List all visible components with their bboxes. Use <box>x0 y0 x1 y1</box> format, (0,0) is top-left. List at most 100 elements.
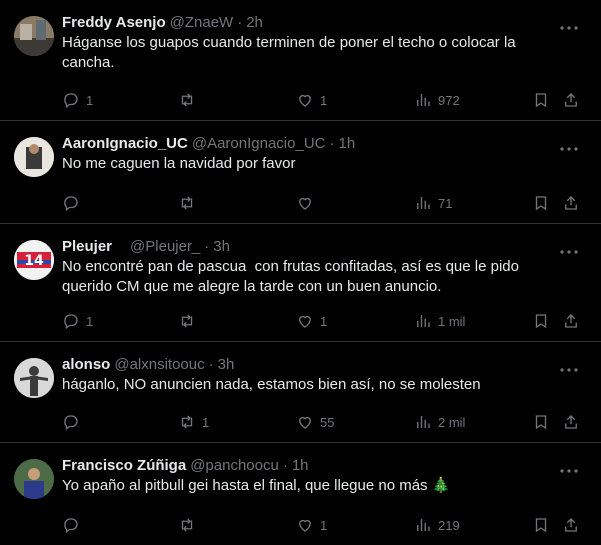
author-name[interactable]: Francisco Zúñiga <box>62 457 186 474</box>
avatar[interactable] <box>14 358 54 398</box>
views-icon <box>417 315 430 327</box>
avatar[interactable] <box>14 16 54 56</box>
bookmark-button[interactable] <box>532 193 550 213</box>
retweet-button[interactable]: 1 <box>178 412 209 432</box>
tweet[interactable]: Francisco Zúñiga @panchoocu · 1h Yo apañ… <box>0 443 601 545</box>
reply-button[interactable] <box>62 515 86 535</box>
tweet-header: AaronIgnacio_UC @AaronIgnacio_UC · 1h <box>62 133 585 153</box>
timestamp[interactable]: 1h <box>292 457 309 474</box>
share-button[interactable] <box>562 311 580 331</box>
author-name[interactable]: Freddy Asenjo <box>62 14 166 31</box>
author-name[interactable]: Pleujer <box>62 238 112 255</box>
views-button[interactable]: 219 <box>414 515 460 535</box>
tweet-actions: 1 1 1 mil <box>62 311 585 331</box>
author-handle[interactable]: @ZnaeW <box>170 14 234 31</box>
reply-button[interactable] <box>62 193 86 213</box>
reply-button[interactable]: 1 <box>62 90 93 110</box>
retweet-icon <box>181 314 193 328</box>
separator-dot: · <box>237 13 243 31</box>
more-icon[interactable] <box>559 461 579 481</box>
views-button[interactable]: 972 <box>414 90 460 110</box>
separator-dot: · <box>208 355 214 373</box>
reply-count: 1 <box>86 92 94 108</box>
retweet-button[interactable] <box>178 311 202 331</box>
views-button[interactable]: 1 mil <box>414 311 465 331</box>
share-button[interactable] <box>562 193 580 213</box>
more-icon[interactable] <box>559 360 579 380</box>
reply-count: 1 <box>86 313 94 329</box>
avatar[interactable] <box>14 459 54 499</box>
like-count: 55 <box>320 414 335 430</box>
retweet-button[interactable] <box>178 515 202 535</box>
views-button[interactable]: 2 mil <box>414 412 465 432</box>
bookmark-button[interactable] <box>532 515 550 535</box>
more-icon[interactable] <box>559 139 579 159</box>
bookmark-button[interactable] <box>532 412 550 432</box>
bookmark-icon <box>535 314 547 329</box>
author-handle[interactable]: @alxnsitoouc <box>114 356 204 373</box>
like-count: 1 <box>320 92 328 108</box>
like-button[interactable]: 1 <box>296 515 327 535</box>
tweet-actions: 1 1 972 <box>62 90 585 110</box>
more-icon[interactable] <box>559 242 579 262</box>
share-icon <box>565 93 577 107</box>
view-count: 2 mil <box>438 414 466 430</box>
views-button[interactable]: 71 <box>414 193 452 213</box>
tweet[interactable]: AaronIgnacio_UC @AaronIgnacio_UC · 1h No… <box>0 121 601 224</box>
separator-dot: · <box>204 237 210 255</box>
tweet-text: No me caguen la navidad por favor <box>62 155 296 172</box>
bookmark-button[interactable] <box>532 90 550 110</box>
heart-icon <box>299 315 311 328</box>
separator-dot: · <box>282 456 288 474</box>
avatar[interactable] <box>14 137 54 177</box>
retweet-icon <box>181 518 193 532</box>
like-button[interactable] <box>296 193 320 213</box>
author-handle[interactable]: @Pleujer_ <box>130 238 200 255</box>
svg-text:14: 14 <box>24 253 44 269</box>
share-button[interactable] <box>562 412 580 432</box>
timestamp[interactable]: 1h <box>339 135 356 152</box>
view-count: 1 mil <box>438 313 466 329</box>
avatar[interactable]: 14 <box>14 240 54 280</box>
bookmark-icon <box>535 196 547 211</box>
like-button[interactable]: 1 <box>296 311 327 331</box>
author-handle[interactable]: @AaronIgnacio_UC <box>192 135 326 152</box>
retweet-icon <box>181 415 193 429</box>
heart-icon <box>299 197 311 210</box>
reply-button[interactable]: 1 <box>62 311 93 331</box>
author-handle[interactable]: @panchoocu <box>190 457 279 474</box>
bookmark-button[interactable] <box>532 311 550 331</box>
tweet-text: Háganse los guapos cuando terminen de po… <box>62 34 516 71</box>
views-icon <box>417 416 430 428</box>
retweet-button[interactable] <box>178 90 202 110</box>
more-icon[interactable] <box>559 18 579 38</box>
heart-icon <box>299 519 311 532</box>
view-count: 219 <box>438 517 460 533</box>
reply-icon <box>64 314 78 330</box>
tweet-text: Yo apaño al pitbull gei hasta el final, … <box>62 477 451 494</box>
views-icon <box>417 197 430 209</box>
timestamp[interactable]: 2h <box>246 14 263 31</box>
tweet[interactable]: Freddy Asenjo @ZnaeW · 2h Háganse los gu… <box>0 0 601 121</box>
share-button[interactable] <box>562 90 580 110</box>
tweet-text: No encontré pan de pascua con frutas con… <box>62 258 524 295</box>
author-name[interactable]: AaronIgnacio_UC <box>62 135 188 152</box>
reply-icon <box>64 518 78 534</box>
timestamp[interactable]: 3h <box>218 356 235 373</box>
author-name[interactable]: alonso <box>62 356 110 373</box>
retweet-button[interactable] <box>178 193 202 213</box>
like-button[interactable]: 55 <box>296 412 334 432</box>
bookmark-icon <box>535 518 547 533</box>
bookmark-icon <box>535 415 547 430</box>
tweet-actions: 71 <box>62 193 585 213</box>
like-button[interactable]: 1 <box>296 90 327 110</box>
tweet-actions: 1 219 <box>62 515 585 535</box>
like-count: 1 <box>320 517 328 533</box>
share-button[interactable] <box>562 515 580 535</box>
views-icon <box>417 519 430 531</box>
reply-icon <box>64 93 78 109</box>
tweet[interactable]: 14 Pleujer @Pleujer_ · 3h No encontré pa… <box>0 224 601 342</box>
tweet[interactable]: alonso @alxnsitoouc · 3h háganlo, NO anu… <box>0 342 601 443</box>
timestamp[interactable]: 3h <box>213 238 230 255</box>
reply-button[interactable] <box>62 412 86 432</box>
